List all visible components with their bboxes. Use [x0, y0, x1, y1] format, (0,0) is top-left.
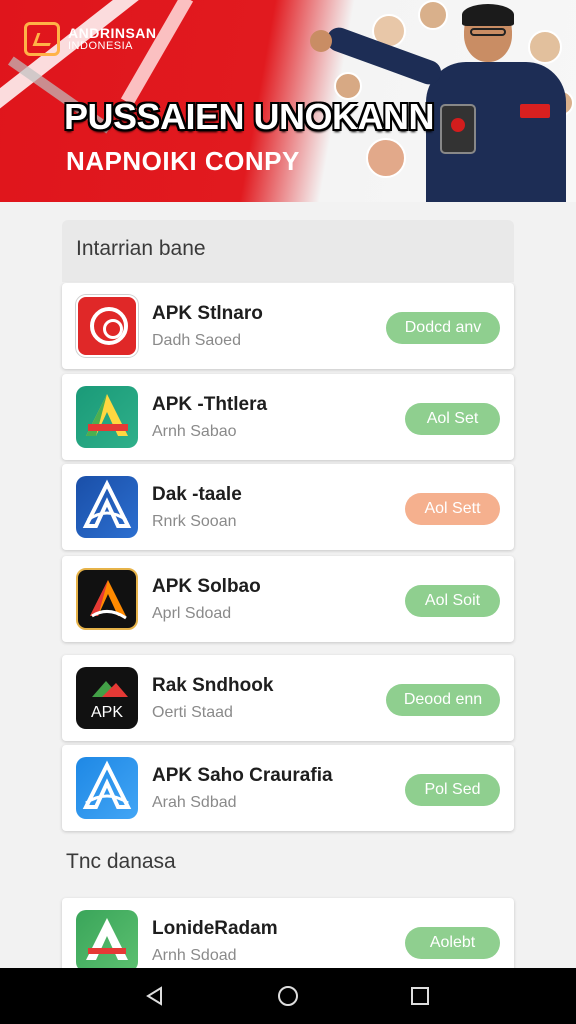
black-apk-icon: [76, 568, 138, 630]
brand-logo-icon: [24, 22, 60, 56]
apk-logo-icon: APK: [76, 667, 138, 729]
app-subtitle: Arnh Sabao: [152, 423, 237, 440]
app-screen: ANDRINSAN INDONESIA PUSSAIEN UNOKANN NAP…: [0, 0, 576, 1024]
app-subtitle: Oerti Staad: [152, 704, 233, 721]
app-subtitle: Aprl Sdoad: [152, 605, 232, 622]
system-nav-bar: [0, 968, 576, 1024]
app-subtitle: Arnh Sdoad: [152, 947, 237, 964]
app-subtitle: Arah Sdbad: [152, 794, 237, 811]
app-card[interactable]: Dak -taale Rnrk Sooan Aol Sett: [62, 464, 514, 550]
blue-a-icon: [76, 757, 138, 819]
app-name: Dak -taale: [152, 484, 242, 505]
badge-icon: [520, 104, 550, 118]
green-a-icon: [76, 910, 138, 972]
officer-image: [310, 4, 570, 202]
app-name: APK Stlnaro: [152, 303, 263, 324]
section-header: Intarrian bane: [62, 220, 514, 282]
phone-icon: [440, 104, 476, 154]
app-name: Rak Sndhook: [152, 675, 274, 696]
app-name: APK Saho Craurafia: [152, 765, 333, 786]
red-ring-icon: [76, 295, 138, 357]
recents-icon[interactable]: [408, 984, 432, 1008]
banner-subheadline: NAPNOIKI CONPY: [66, 146, 300, 176]
avatar: [366, 138, 406, 178]
app-subtitle: Rnrk Sooan: [152, 513, 237, 530]
app-name: APK -Thtlera: [152, 394, 268, 415]
section-title: Tnc danasa: [66, 850, 176, 873]
app-name: LonideRadam: [152, 918, 278, 939]
navy-a-icon: [76, 476, 138, 538]
home-icon[interactable]: [276, 984, 300, 1008]
app-card[interactable]: APK Rak Sndhook Oerti Staad Deood enn: [62, 655, 514, 741]
app-card[interactable]: APK Saho Craurafia Arah Sdbad Pol Sed: [62, 745, 514, 831]
teal-a-icon: [76, 386, 138, 448]
banner-headline: PUSSAIEN UNOKANN: [64, 96, 435, 137]
add-button[interactable]: Aolebt: [405, 927, 500, 959]
add-button[interactable]: Aol Soit: [405, 585, 500, 617]
back-icon[interactable]: [143, 984, 167, 1008]
add-button[interactable]: Pol Sed: [405, 774, 500, 806]
download-button[interactable]: Deood enn: [386, 684, 500, 716]
brand-name: ANDRINSAN: [68, 25, 157, 41]
promo-banner[interactable]: ANDRINSAN INDONESIA PUSSAIEN UNOKANN NAP…: [0, 0, 576, 202]
app-name: APK Solbao: [152, 576, 261, 597]
section-title: Intarrian bane: [76, 237, 206, 260]
app-subtitle: Dadh Saoed: [152, 332, 241, 349]
add-button[interactable]: Aol Set: [405, 403, 500, 435]
add-button[interactable]: Aol Sett: [405, 493, 500, 525]
app-card[interactable]: APK -Thtlera Arnh Sabao Aol Set: [62, 374, 514, 460]
brand-sub: INDONESIA: [68, 40, 134, 52]
svg-text:APK: APK: [91, 704, 123, 721]
app-card[interactable]: APK Stlnaro Dadh Saoed Dodcd anv: [62, 283, 514, 369]
brand-logo: ANDRINSAN INDONESIA: [24, 22, 157, 56]
download-button[interactable]: Dodcd anv: [386, 312, 500, 344]
app-card[interactable]: APK Solbao Aprl Sdoad Aol Soit: [62, 556, 514, 642]
